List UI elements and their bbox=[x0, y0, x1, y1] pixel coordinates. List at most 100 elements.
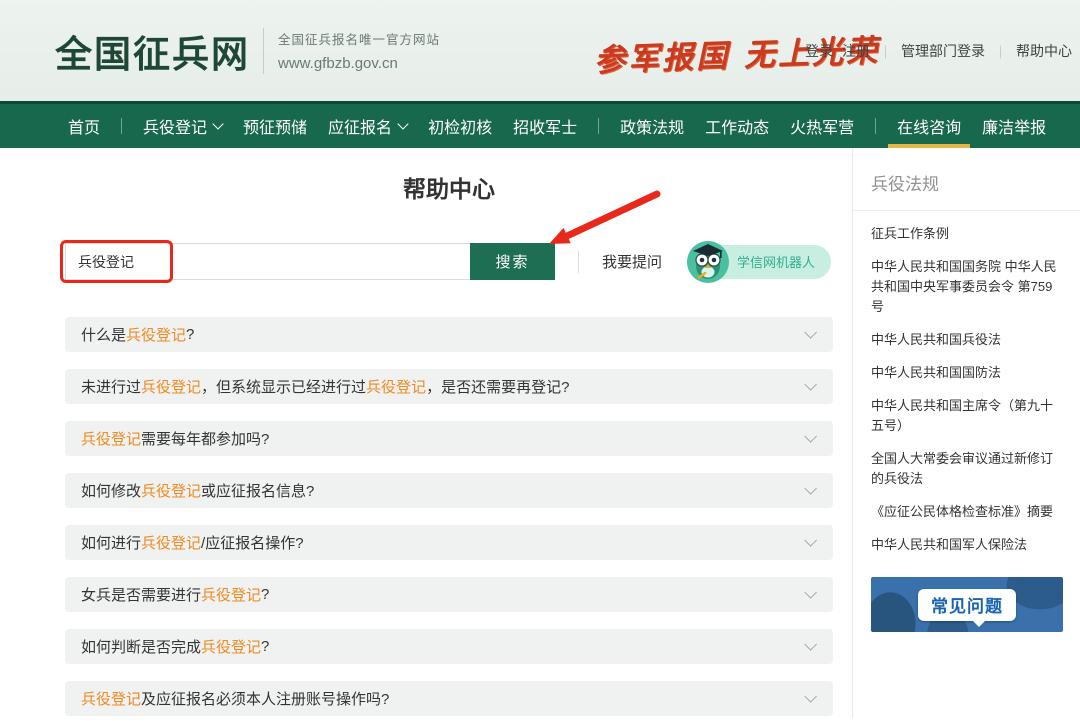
nav-item-label: 工作动态 bbox=[705, 114, 769, 138]
nav-item-integrity-report[interactable]: 廉洁举报 bbox=[982, 104, 1046, 148]
chevron-down-icon[interactable] bbox=[804, 326, 817, 339]
law-list: 征兵工作条例中华人民共和国国务院 中华人民共和国中央军事委员会令 第759号中华… bbox=[869, 224, 1064, 555]
law-link[interactable]: 全国人大常委会审议通过新修订的兵役法 bbox=[871, 449, 1064, 489]
nav-item-military-camp[interactable]: 火热军营 bbox=[790, 104, 854, 148]
site-header: 全国征兵网 全国征兵报名唯一官方网站 www.gfbzb.gov.cn 参军报国… bbox=[0, 0, 1080, 101]
faq-row[interactable]: 兵役登记及应征报名必须本人注册账号操作吗? bbox=[65, 681, 833, 716]
header-link-login[interactable]: 登录 bbox=[805, 41, 833, 61]
faq-row[interactable]: 如何进行兵役登记/应征报名操作? bbox=[65, 525, 833, 560]
taglines: 全国征兵报名唯一官方网站 www.gfbzb.gov.cn bbox=[278, 29, 440, 72]
nav-item-initial-inspection[interactable]: 初检初核 bbox=[428, 104, 492, 148]
header-link-separator: ｜ bbox=[994, 42, 1007, 61]
sidebar-title: 兵役法规 bbox=[871, 170, 1064, 195]
nav-item-nco-recruitment[interactable]: 招收军士 bbox=[513, 104, 577, 148]
faq-text: 或应征报名信息? bbox=[201, 480, 314, 501]
chevron-down-icon[interactable] bbox=[804, 586, 817, 599]
chevron-down-icon[interactable] bbox=[804, 534, 817, 547]
faq-highlight-term: 兵役登记 bbox=[201, 584, 261, 605]
chatbot-label: 学信网机器人 bbox=[737, 252, 815, 271]
faq-highlight-term: 兵役登记 bbox=[141, 480, 201, 501]
law-link[interactable]: 中华人民共和国国务院 中华人民共和国中央军事委员会令 第759号 bbox=[871, 257, 1064, 317]
faq-highlight-term: 兵役登记 bbox=[366, 376, 426, 397]
nav-item-work-updates[interactable]: 工作动态 bbox=[705, 104, 769, 148]
faq-row[interactable]: 女兵是否需要进行兵役登记? bbox=[65, 577, 833, 612]
tagline-url: www.gfbzb.gov.cn bbox=[278, 55, 440, 72]
main-nav: 首页 兵役登记预征预储应征报名 初检初核招收军士 政策法规工作动态火热军营 在线咨询廉洁… bbox=[0, 101, 1080, 148]
faq-row[interactable]: 什么是兵役登记? bbox=[65, 317, 833, 352]
faq-text: 需要每年都参加吗? bbox=[141, 428, 269, 449]
faq-text: 如何进行 bbox=[81, 532, 141, 553]
faq-highlight-term: 兵役登记 bbox=[141, 532, 201, 553]
nav-item-label: 应征报名 bbox=[328, 114, 392, 138]
faq-text: ? bbox=[261, 586, 269, 603]
header-link-admin-login[interactable]: 管理部门登录 bbox=[901, 41, 985, 61]
header-link-register[interactable]: 注册 bbox=[842, 41, 870, 61]
nav-item-enlistment-application[interactable]: 应征报名 bbox=[328, 104, 407, 148]
nav-item-label: 廉洁举报 bbox=[982, 114, 1046, 138]
sidebar-divider bbox=[853, 210, 1080, 211]
chevron-down-icon bbox=[397, 118, 408, 129]
law-link[interactable]: 中华人民共和国主席令（第九十五号） bbox=[871, 396, 1064, 436]
logo-block: 全国征兵网 全国征兵报名唯一官方网站 www.gfbzb.gov.cn bbox=[55, 24, 440, 78]
search-input-wrap bbox=[65, 243, 470, 280]
nav-item-military-service-registration[interactable]: 兵役登记 bbox=[143, 104, 222, 148]
nav-item-label: 政策法规 bbox=[620, 114, 684, 138]
faq-text: /应征报名操作? bbox=[201, 532, 304, 553]
nav-item-label: 首页 bbox=[68, 114, 100, 138]
law-link[interactable]: 中华人民共和国兵役法 bbox=[871, 330, 1064, 350]
nav-item-label: 预征预储 bbox=[243, 114, 307, 138]
faq-highlight-term: 兵役登记 bbox=[141, 376, 201, 397]
nav-item-pre-recruitment-reserve[interactable]: 预征预储 bbox=[243, 104, 307, 148]
chevron-down-icon[interactable] bbox=[804, 638, 817, 651]
chatbot-badge[interactable]: 学信网机器人 bbox=[689, 245, 831, 279]
law-link[interactable]: 《应征公民体格检查标准》摘要 bbox=[871, 502, 1064, 522]
faq-row[interactable]: 兵役登记需要每年都参加吗? bbox=[65, 421, 833, 456]
chevron-down-icon bbox=[212, 118, 223, 129]
header-link-separator: ｜ bbox=[879, 42, 892, 61]
vertical-divider bbox=[578, 251, 579, 273]
nav-item-home[interactable]: 首页 bbox=[68, 104, 100, 148]
nav-divider bbox=[598, 118, 599, 134]
chevron-down-icon[interactable] bbox=[804, 430, 817, 443]
faq-highlight-term: 兵役登记 bbox=[201, 636, 261, 657]
nav-item-policies-regulations[interactable]: 政策法规 bbox=[620, 104, 684, 148]
law-link[interactable]: 征兵工作条例 bbox=[871, 224, 1064, 244]
search-button[interactable]: 搜索 bbox=[470, 243, 555, 280]
ask-question-link[interactable]: 我要提问 bbox=[602, 251, 662, 272]
logo-divider bbox=[263, 28, 264, 74]
nav-item-label: 在线咨询 bbox=[897, 114, 961, 138]
page-title: 帮助中心 bbox=[65, 174, 833, 204]
nav-divider bbox=[121, 118, 122, 134]
tagline-official: 全国征兵报名唯一官方网站 bbox=[278, 29, 440, 48]
nav-item-label: 火热军营 bbox=[790, 114, 854, 138]
chevron-down-icon[interactable] bbox=[804, 482, 817, 495]
search-input[interactable] bbox=[65, 243, 470, 280]
header-link-help-center[interactable]: 帮助中心 bbox=[1016, 41, 1072, 61]
faq-row[interactable]: 如何判断是否完成兵役登记? bbox=[65, 629, 833, 664]
nav-item-label: 初检初核 bbox=[428, 114, 492, 138]
owl-robot-icon bbox=[687, 241, 729, 283]
chevron-down-icon[interactable] bbox=[804, 378, 817, 391]
faq-list: 什么是兵役登记? 未进行过兵役登记，但系统显示已经进行过兵役登记，是否还需要再登记… bbox=[65, 317, 833, 716]
search-row: 搜索 我要提问 学信网机器人 bbox=[65, 243, 833, 280]
faq-banner[interactable]: 常见问题 bbox=[871, 577, 1063, 632]
faq-row[interactable]: 未进行过兵役登记，但系统显示已经进行过兵役登记，是否还需要再登记? bbox=[65, 369, 833, 404]
faq-text: 及应征报名必须本人注册账号操作吗? bbox=[141, 688, 389, 709]
faq-text: ，但系统显示已经进行过 bbox=[201, 376, 366, 397]
law-link[interactable]: 中华人民共和国军人保险法 bbox=[871, 535, 1064, 555]
site-logo[interactable]: 全国征兵网 bbox=[55, 24, 250, 78]
faq-highlight-term: 兵役登记 bbox=[126, 324, 186, 345]
header-links: 登录注册 ｜ 管理部门登录 ｜ 帮助中心 bbox=[805, 41, 1072, 61]
faq-text: 如何修改 bbox=[81, 480, 141, 501]
nav-divider bbox=[875, 118, 876, 134]
faq-text: ? bbox=[261, 638, 269, 655]
law-link[interactable]: 中华人民共和国国防法 bbox=[871, 363, 1064, 383]
faq-highlight-term: 兵役登记 bbox=[81, 428, 141, 449]
faq-text: ? bbox=[186, 326, 194, 343]
chevron-down-icon[interactable] bbox=[804, 690, 817, 703]
faq-banner-bubble: 常见问题 bbox=[918, 589, 1016, 621]
faq-row[interactable]: 如何修改兵役登记或应征报名信息? bbox=[65, 473, 833, 508]
nav-item-online-consultation[interactable]: 在线咨询 bbox=[897, 104, 961, 148]
page-body: 帮助中心 搜索 我要提问 bbox=[0, 148, 1080, 718]
nav-item-label: 招收军士 bbox=[513, 114, 577, 138]
